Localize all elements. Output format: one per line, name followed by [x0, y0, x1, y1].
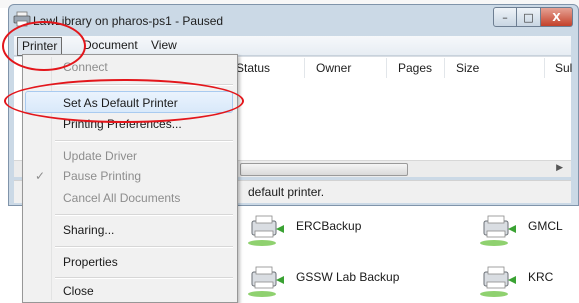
column-header-pages[interactable]: Pages [398, 61, 432, 75]
column-divider[interactable] [444, 58, 445, 78]
maximize-button[interactable]: □ [517, 7, 541, 27]
scrollbar-thumb[interactable] [240, 163, 408, 176]
menu-item-sharing[interactable]: Sharing... [25, 219, 233, 241]
title-bar: LawLibrary on pharos-ps1 - Paused – □ X [9, 5, 578, 35]
network-printer-icon [248, 266, 284, 297]
close-window-button[interactable]: X [541, 7, 573, 27]
status-text: default printer. [248, 185, 325, 199]
annotation-ellipse-set-default [4, 79, 244, 123]
close-icon: X [552, 10, 561, 24]
printer-name: GSSW Lab Backup [296, 270, 400, 284]
menu-item-pause-printing[interactable]: ✓ Pause Printing [25, 165, 233, 187]
menu-item-update-driver[interactable]: Update Driver [25, 145, 233, 167]
menu-bar: Printer Document View [14, 36, 571, 56]
network-printer-icon [480, 215, 516, 246]
checkmark-icon: ✓ [35, 169, 46, 183]
menu-item-label: Update Driver [63, 149, 138, 163]
minimize-icon: – [502, 10, 508, 24]
menu-item-cancel-all-documents[interactable]: Cancel All Documents [25, 187, 233, 209]
column-header-submitted[interactable]: Sul [555, 61, 572, 75]
scroll-right-arrow-icon[interactable]: ▶ [556, 163, 563, 173]
column-header-size[interactable]: Size [456, 61, 479, 75]
menu-item-label: Cancel All Documents [63, 191, 181, 205]
column-header-status[interactable]: Status [236, 61, 270, 75]
network-printer-icon [248, 215, 284, 246]
column-header-owner[interactable]: Owner [316, 61, 351, 75]
column-divider[interactable] [386, 58, 387, 78]
menu-item-label: Properties [63, 255, 118, 269]
menu-item-label: Close [63, 284, 94, 298]
menu-item-label: Sharing... [63, 223, 115, 237]
printer-name: GMCL [528, 219, 563, 233]
menu-item-label: Pause Printing [63, 169, 142, 183]
menu-separator [55, 246, 233, 248]
printer-name: KRC [528, 270, 554, 284]
network-printer-icon [480, 266, 516, 297]
menu-separator [55, 277, 233, 279]
maximize-icon: □ [523, 10, 534, 24]
menu-separator [55, 140, 233, 142]
annotation-circle-printer-menu [2, 21, 86, 71]
menu-item-properties[interactable]: Properties [25, 251, 233, 273]
menu-view[interactable]: View [148, 37, 180, 54]
minimize-button[interactable]: – [493, 7, 517, 27]
column-divider[interactable] [304, 58, 305, 78]
printer-name: ERCBackup [296, 219, 362, 233]
column-divider[interactable] [544, 58, 545, 78]
menu-item-close[interactable]: Close [25, 280, 233, 302]
menu-document[interactable]: Document [80, 37, 141, 54]
menu-separator [55, 214, 233, 216]
